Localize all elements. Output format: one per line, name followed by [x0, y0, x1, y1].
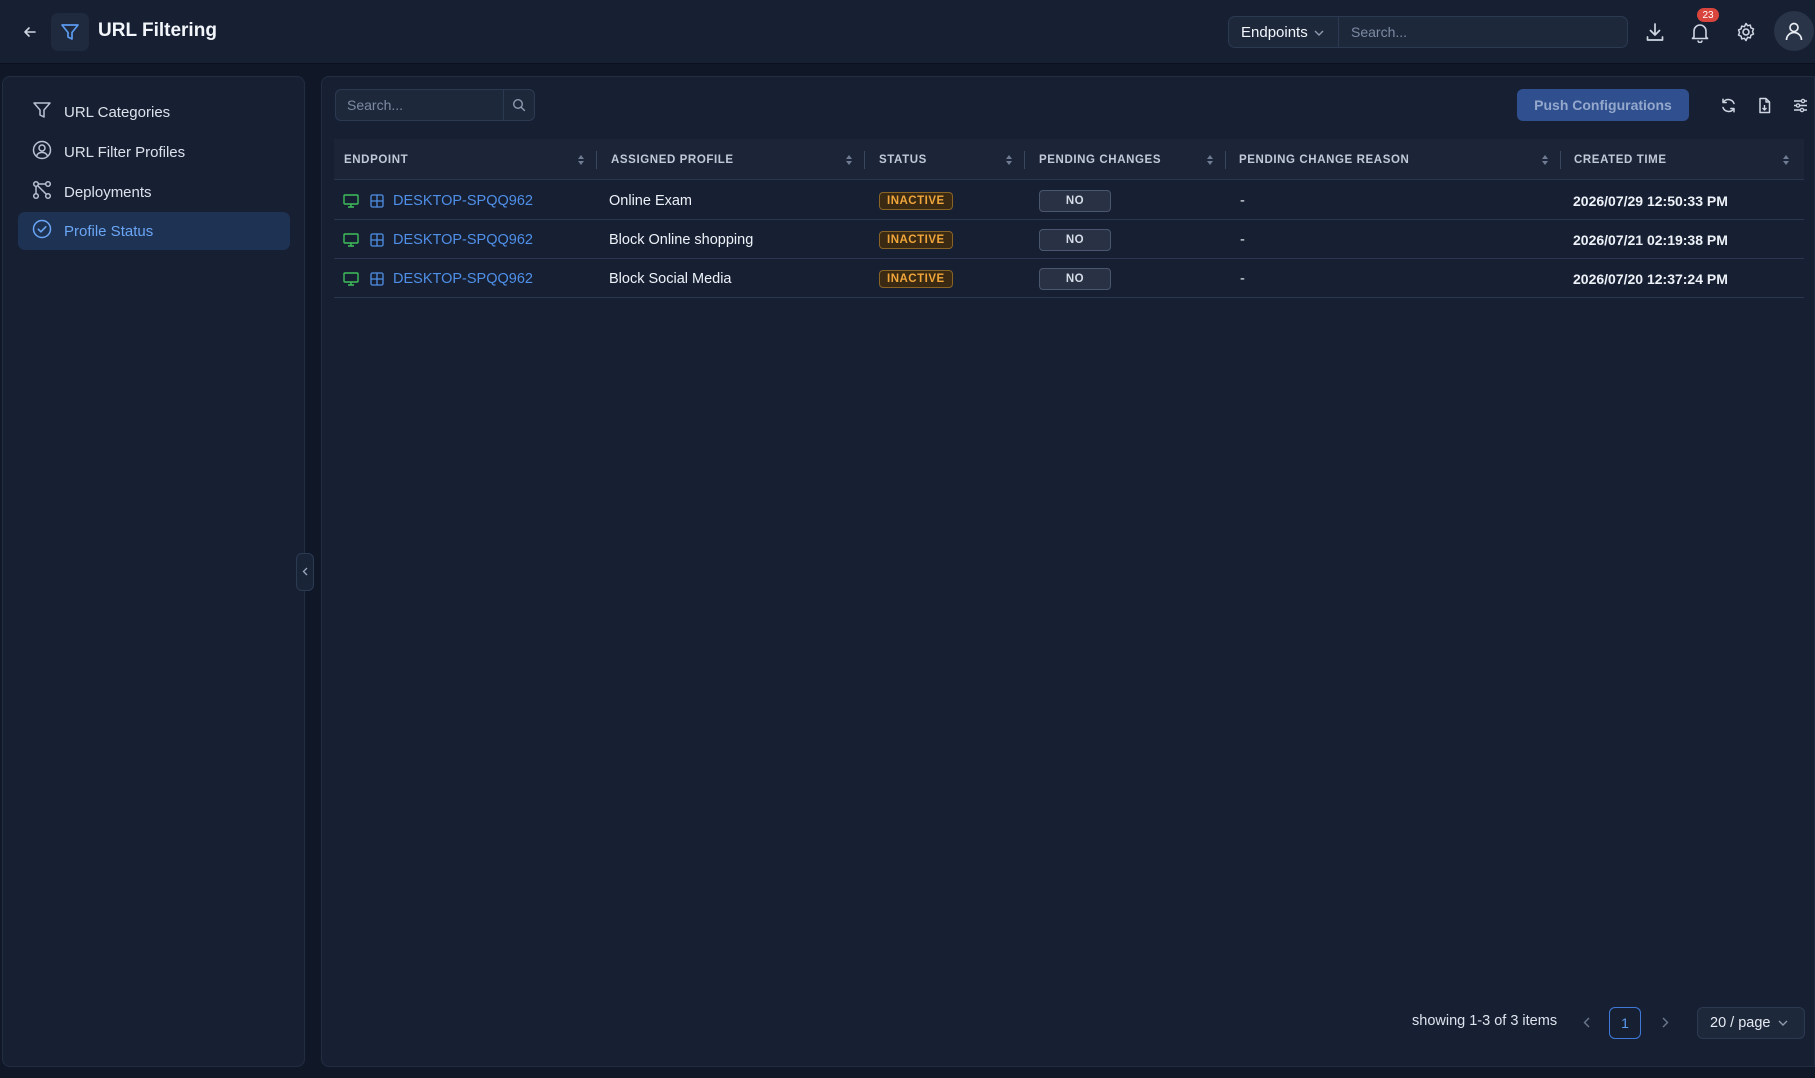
pending-reason: - [1240, 231, 1245, 248]
page-size-label: 20 / page [1710, 1015, 1771, 1031]
sidebar-item-label: URL Filter Profiles [64, 143, 186, 161]
column-header-created-time[interactable]: CREATED TIME [1574, 139, 1667, 180]
chevron-left-icon[interactable] [1574, 1010, 1598, 1034]
pending-changes-badge: NO [1039, 267, 1111, 290]
scope-select-label: Endpoints [1241, 23, 1308, 41]
scope-select[interactable]: Endpoints [1228, 16, 1339, 48]
gear-icon[interactable] [1732, 18, 1760, 46]
sidebar-item-label: Deployments [64, 183, 152, 201]
sort-icon[interactable] [1782, 154, 1790, 166]
status-cell: INACTIVE [879, 220, 953, 259]
download-icon[interactable] [1641, 18, 1669, 46]
endpoint-link[interactable]: DESKTOP-SPQQ962 [393, 181, 533, 220]
created-time: 2026/07/21 02:19:38 PM [1573, 231, 1728, 248]
sort-icon[interactable] [1541, 154, 1549, 166]
chevron-down-icon [1778, 1015, 1788, 1031]
status-cell: INACTIVE [879, 259, 953, 298]
avatar[interactable] [1774, 11, 1814, 51]
pending-cell: NO [1039, 220, 1111, 259]
windows-icon [370, 220, 384, 259]
pending-cell: NO [1039, 181, 1111, 220]
sort-icon[interactable] [845, 154, 853, 166]
chevron-down-icon [1314, 24, 1324, 41]
sidebar-item-label: URL Categories [64, 103, 171, 121]
global-search-input[interactable] [1338, 16, 1628, 48]
column-separator [1560, 151, 1561, 169]
bell-icon[interactable] [1686, 18, 1714, 46]
column-header-pending-changes[interactable]: PENDING CHANGES [1039, 139, 1161, 180]
desktop-online-icon [343, 181, 359, 220]
desktop-online-icon [343, 220, 359, 259]
endpoint-link[interactable]: DESKTOP-SPQQ962 [393, 259, 533, 298]
status-badge: INACTIVE [879, 269, 953, 288]
pending-cell: NO [1039, 259, 1111, 298]
sort-icon[interactable] [1005, 154, 1013, 166]
pagination-summary: showing 1-3 of 3 items [1412, 1013, 1558, 1029]
check-circle-icon [32, 219, 52, 243]
windows-icon [370, 181, 384, 220]
sidebar-item-deployments[interactable]: Deployments [18, 173, 290, 211]
sidebar-item-url-filter-profiles[interactable]: URL Filter Profiles [18, 133, 290, 171]
pending-reason: - [1240, 270, 1245, 287]
page-number-button[interactable]: 1 [1609, 1007, 1641, 1039]
table-row[interactable]: DESKTOP-SPQQ962 Block Online shopping IN… [334, 220, 1804, 259]
column-separator [1225, 151, 1226, 169]
top-bar: URL Filtering Endpoints 23 [0, 0, 1815, 64]
column-header-status[interactable]: STATUS [879, 139, 927, 180]
search-icon[interactable] [503, 89, 535, 121]
sidebar-item-url-categories[interactable]: URL Categories [18, 93, 290, 131]
column-header-assigned-profile[interactable]: ASSIGNED PROFILE [611, 139, 734, 180]
sort-icon[interactable] [577, 154, 585, 166]
table-row[interactable]: DESKTOP-SPQQ962 Online Exam INACTIVE NO … [334, 181, 1804, 220]
column-settings-icon[interactable] [1788, 93, 1812, 117]
endpoint-link[interactable]: DESKTOP-SPQQ962 [393, 220, 533, 259]
assigned-profile: Block Social Media [609, 270, 732, 287]
status-badge: INACTIVE [879, 191, 953, 210]
chevron-left-icon [302, 563, 308, 581]
filter-icon [51, 13, 89, 51]
pending-changes-badge: NO [1039, 189, 1111, 212]
column-separator [1024, 151, 1025, 169]
chevron-right-icon[interactable] [1653, 1010, 1677, 1034]
status-badge: INACTIVE [879, 230, 953, 249]
sort-icon[interactable] [1206, 154, 1214, 166]
push-configurations-button[interactable]: Push Configurations [1517, 89, 1689, 121]
column-separator [596, 151, 597, 169]
main-panel: Push Configurations ENDPOINT ASSIGNED PR… [321, 76, 1815, 1067]
profile-icon [32, 140, 52, 164]
desktop-online-icon [343, 259, 359, 298]
refresh-icon[interactable] [1716, 93, 1740, 117]
assigned-profile: Block Online shopping [609, 231, 754, 248]
table-search-input[interactable] [335, 89, 504, 121]
page-size-select[interactable]: 20 / page [1697, 1007, 1805, 1039]
sidebar-collapse-handle[interactable] [296, 553, 314, 591]
back-arrow-icon[interactable] [18, 20, 42, 44]
sidebar: URL Categories URL Filter Profiles Deplo… [2, 76, 305, 1067]
assigned-profile: Online Exam [609, 192, 693, 209]
sidebar-item-label: Profile Status [64, 222, 154, 240]
status-cell: INACTIVE [879, 181, 953, 220]
created-time: 2026/07/29 12:50:33 PM [1573, 192, 1728, 209]
filter-icon [32, 100, 52, 124]
pending-changes-badge: NO [1039, 228, 1111, 251]
windows-icon [370, 259, 384, 298]
created-time: 2026/07/20 12:37:24 PM [1573, 270, 1728, 287]
column-separator [864, 151, 865, 169]
deployments-icon [32, 180, 52, 204]
column-header-pending-change-reason[interactable]: PENDING CHANGE REASON [1239, 139, 1409, 180]
column-header-endpoint[interactable]: ENDPOINT [344, 139, 408, 180]
page-title: URL Filtering [98, 20, 217, 41]
pending-reason: - [1240, 192, 1245, 209]
sidebar-item-profile-status[interactable]: Profile Status [18, 212, 290, 250]
table-row[interactable]: DESKTOP-SPQQ962 Block Social Media INACT… [334, 259, 1804, 298]
table-header: ENDPOINT ASSIGNED PROFILE STATUS PENDING… [334, 139, 1804, 180]
notification-badge: 23 [1697, 8, 1719, 22]
export-icon[interactable] [1752, 93, 1776, 117]
